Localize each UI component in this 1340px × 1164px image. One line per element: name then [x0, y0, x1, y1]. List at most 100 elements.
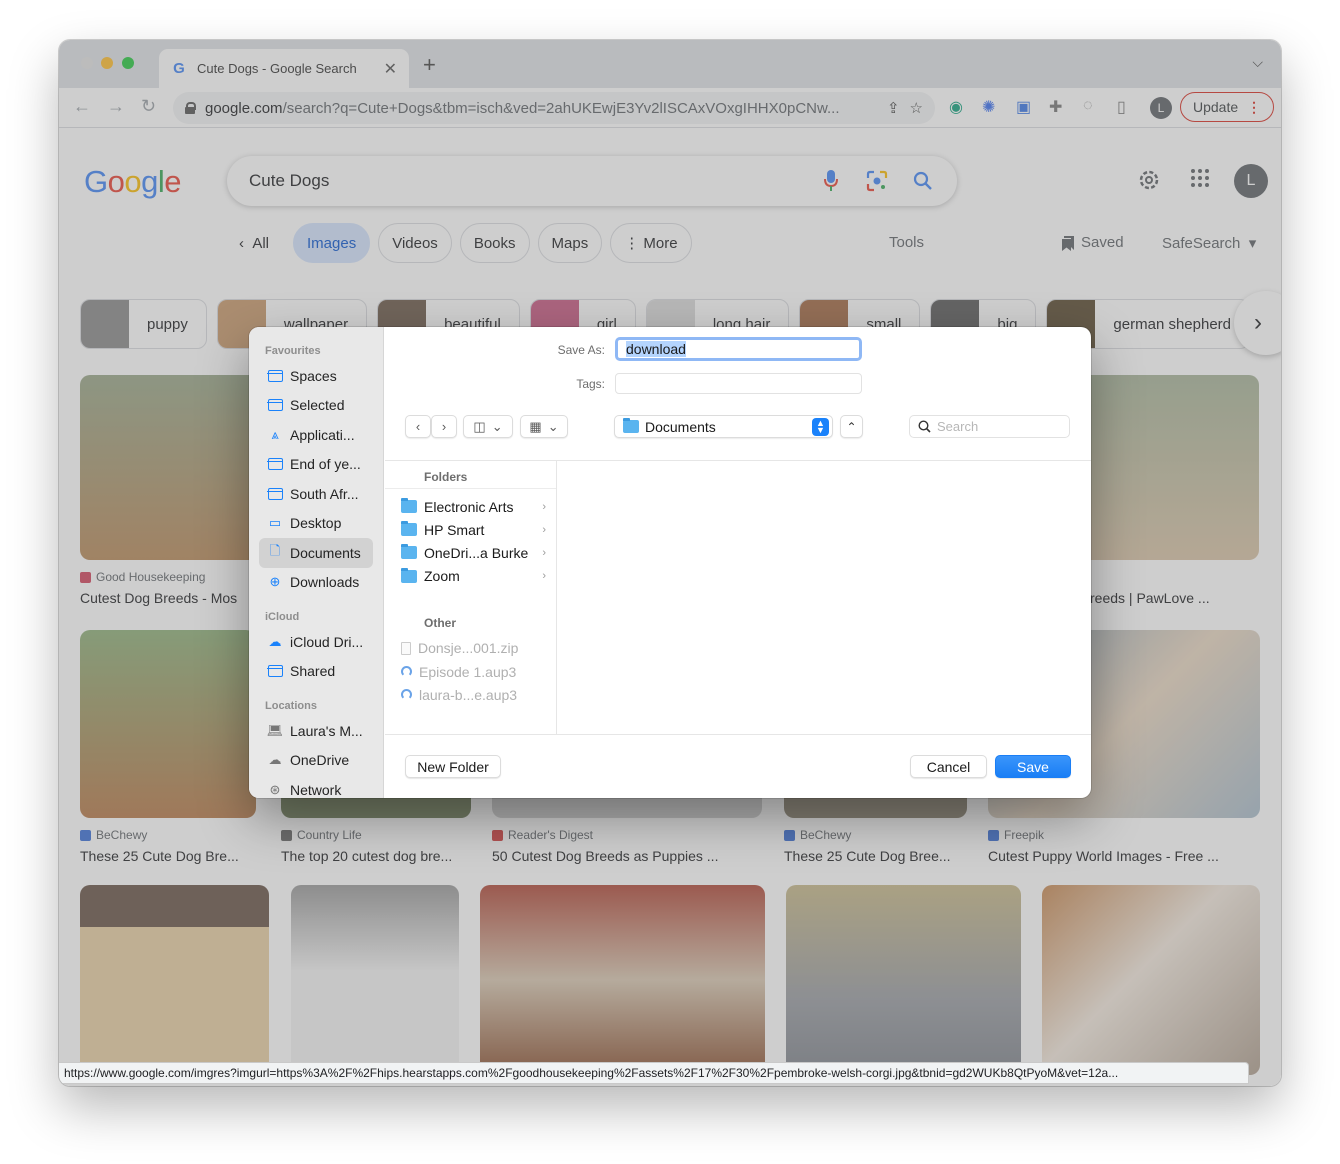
- search-icon[interactable]: [911, 169, 935, 193]
- folder-name: Zoom: [424, 568, 460, 585]
- filter-chip-books[interactable]: Books: [459, 223, 530, 263]
- result-title: These 25 Cute Dog Bre...: [80, 848, 239, 864]
- image-result[interactable]: [291, 885, 459, 1075]
- folder-icon: [267, 369, 283, 383]
- expand-collapse-button[interactable]: ⌃: [840, 415, 863, 438]
- sidebar-item-label: Selected: [290, 397, 345, 414]
- save-button[interactable]: Save: [995, 755, 1071, 778]
- side-panel-icon[interactable]: ▯: [1117, 97, 1126, 117]
- tools-button[interactable]: Tools: [889, 234, 924, 251]
- sidebar-item-downloads[interactable]: ⊕ Downloads: [259, 568, 373, 598]
- sidebar-item-selected[interactable]: Selected: [259, 391, 373, 421]
- puzzle-extensions-icon[interactable]: ✚: [1049, 97, 1062, 117]
- sidebar-item-onedrive[interactable]: ☁ OneDrive: [259, 746, 373, 776]
- folder-row[interactable]: Zoom ›: [385, 565, 556, 588]
- tab-close-icon[interactable]: ✕: [384, 59, 397, 79]
- translate-icon[interactable]: ▣: [1016, 97, 1031, 117]
- update-label: Update: [1193, 99, 1239, 115]
- file-name: Episode 1.aup3: [419, 663, 517, 680]
- safesearch-dropdown[interactable]: SafeSearch ▾: [1162, 234, 1256, 252]
- folder-row[interactable]: Electronic Arts ›: [385, 495, 556, 518]
- new-tab-button[interactable]: +: [423, 52, 436, 78]
- cloud-icon: ☁: [268, 633, 282, 649]
- filter-chip-images[interactable]: Images: [293, 223, 371, 263]
- sidebar-item-label: Desktop: [290, 515, 342, 532]
- search-icon: [918, 420, 931, 433]
- sidebar-item-icloud-drive[interactable]: ☁ iCloud Dri...: [259, 627, 373, 657]
- new-folder-button[interactable]: New Folder: [405, 755, 501, 778]
- saved-button[interactable]: Saved: [1061, 234, 1124, 251]
- group-mode-button[interactable]: ▦ ⌄: [520, 415, 568, 438]
- audacity-file-icon: [401, 666, 412, 678]
- sidebar-item-shared[interactable]: Shared: [259, 657, 373, 687]
- folder-icon: [401, 567, 417, 583]
- source-name: BeChewy: [800, 828, 852, 842]
- tags-input[interactable]: [615, 373, 862, 394]
- dialog-search-input[interactable]: Search: [909, 415, 1070, 438]
- account-avatar[interactable]: L: [1234, 164, 1268, 198]
- apps-grid-icon[interactable]: [1190, 168, 1210, 193]
- view-mode-button[interactable]: ◫ ⌄: [463, 415, 513, 438]
- result-source: BeChewy: [80, 828, 256, 842]
- filter-chip-more[interactable]: ⋮ More: [610, 223, 692, 263]
- result-source: Country Life: [281, 828, 471, 842]
- browser-tab[interactable]: G Cute Dogs - Google Search ✕: [159, 49, 409, 88]
- save-as-input[interactable]: download: [615, 337, 862, 361]
- cancel-button[interactable]: Cancel: [910, 755, 987, 778]
- back-to-all-link[interactable]: ‹ All: [239, 235, 269, 252]
- image-result[interactable]: [1042, 885, 1260, 1075]
- sidebar-item-documents[interactable]: 🗋 Documents: [259, 538, 373, 568]
- leaf-extension-icon[interactable]: ◌: [1083, 97, 1093, 115]
- logo-letter: G: [84, 164, 108, 199]
- settings-gear-icon[interactable]: [1137, 168, 1161, 197]
- onedrive-folder-icon: [401, 544, 417, 560]
- search-input[interactable]: Cute Dogs: [249, 171, 797, 191]
- safesearch-label: SafeSearch: [1162, 235, 1241, 252]
- result-title: These 25 Cute Dog Bree...: [784, 848, 951, 864]
- sidebar-item-applications[interactable]: ⩓ Applicati...: [259, 420, 373, 450]
- image-result[interactable]: BeChewy These 25 Cute Dog Bre...: [80, 630, 256, 864]
- filter-chip-maps[interactable]: Maps: [537, 223, 603, 263]
- tab-search-chevron-icon[interactable]: ⌵: [1252, 54, 1263, 71]
- sidebar-item-network[interactable]: ⊛ Network: [259, 775, 373, 798]
- folder-row[interactable]: OneDri...a Burke ›: [385, 541, 556, 564]
- sun-extension-icon[interactable]: ✺: [982, 97, 995, 117]
- sidebar-item-south-africa[interactable]: South Afr...: [259, 479, 373, 509]
- window-minimize-button[interactable]: [101, 57, 113, 69]
- folder-row[interactable]: HP Smart ›: [385, 518, 556, 541]
- sidebar-item-label: Applicati...: [290, 426, 355, 443]
- image-result[interactable]: g Breeds | PawLove ...: [1069, 375, 1259, 606]
- forward-arrow-icon[interactable]: →: [107, 96, 125, 117]
- sidebar-item-end-of-year[interactable]: End of ye...: [259, 450, 373, 480]
- reload-icon[interactable]: ↻: [141, 96, 156, 117]
- image-result[interactable]: [786, 885, 1021, 1075]
- sidebar-item-spaces[interactable]: Spaces: [259, 361, 373, 391]
- back-nav-button[interactable]: ‹: [405, 415, 431, 438]
- google-logo[interactable]: Google: [84, 164, 182, 200]
- image-result[interactable]: [80, 885, 269, 1075]
- zip-file-icon: [401, 641, 411, 655]
- shared-folder-icon: [267, 664, 283, 678]
- address-bar[interactable]: google.com/search?q=Cute+Dogs&tbm=isch&v…: [173, 92, 935, 124]
- bookmark-star-icon[interactable]: ☆: [910, 99, 923, 117]
- forward-nav-button[interactable]: ›: [431, 415, 457, 438]
- result-title: Cutest Puppy World Images - Free ...: [988, 848, 1219, 864]
- update-button[interactable]: Update ⋮: [1180, 92, 1274, 122]
- share-icon[interactable]: ⇪: [887, 99, 900, 117]
- image-result[interactable]: [480, 885, 765, 1075]
- camera-lens-icon[interactable]: [865, 169, 889, 193]
- url-text[interactable]: google.com/search?q=Cute+Dogs&tbm=isch&v…: [205, 100, 877, 117]
- profile-avatar[interactable]: L: [1150, 97, 1172, 119]
- dialog-sidebar: Favourites Spaces Selected ⩓ Applicati...…: [249, 327, 384, 798]
- location-popup[interactable]: Documents ▲ ▼: [614, 415, 833, 438]
- related-chip[interactable]: puppy: [80, 299, 207, 349]
- window-maximize-button[interactable]: [122, 57, 134, 69]
- back-arrow-icon[interactable]: ←: [73, 96, 91, 117]
- search-box[interactable]: Cute Dogs: [227, 156, 957, 206]
- microphone-icon[interactable]: [819, 169, 843, 193]
- grammarly-icon[interactable]: ◉: [949, 97, 963, 117]
- filter-chip-videos[interactable]: Videos: [378, 223, 452, 263]
- sidebar-item-laptop[interactable]: 💻︎ Laura's M...: [259, 716, 373, 746]
- window-close-button[interactable]: [81, 57, 93, 69]
- sidebar-item-desktop[interactable]: ▭ Desktop: [259, 509, 373, 539]
